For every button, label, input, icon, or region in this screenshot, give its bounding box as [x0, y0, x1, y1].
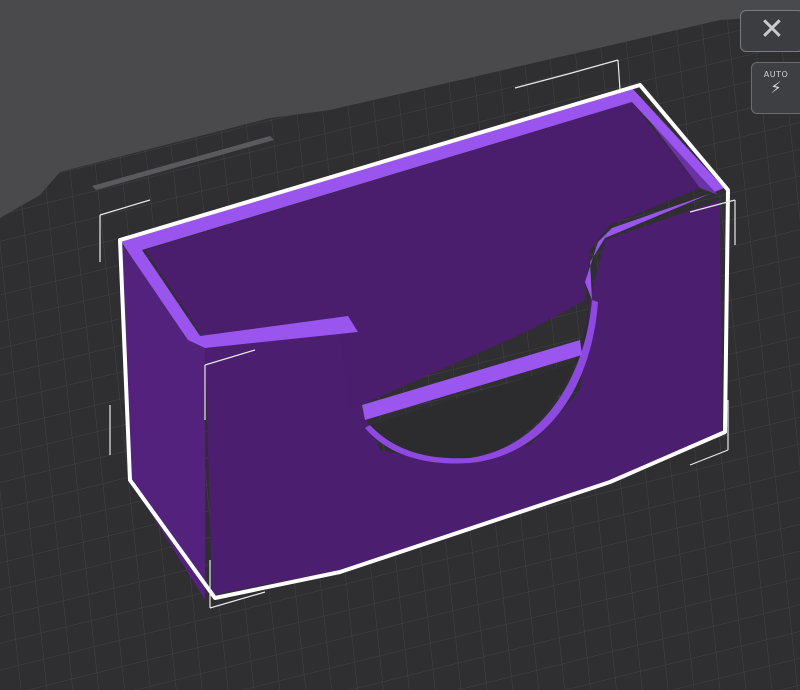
scene[interactable]	[0, 0, 800, 690]
close-button[interactable]: ✕	[740, 10, 800, 52]
auto-orient-button[interactable]: AUTO ⚡	[751, 62, 800, 114]
close-icon: ✕	[759, 12, 785, 47]
3d-viewport[interactable]	[0, 0, 800, 690]
auto-orient-icon: ⚡	[770, 78, 782, 97]
